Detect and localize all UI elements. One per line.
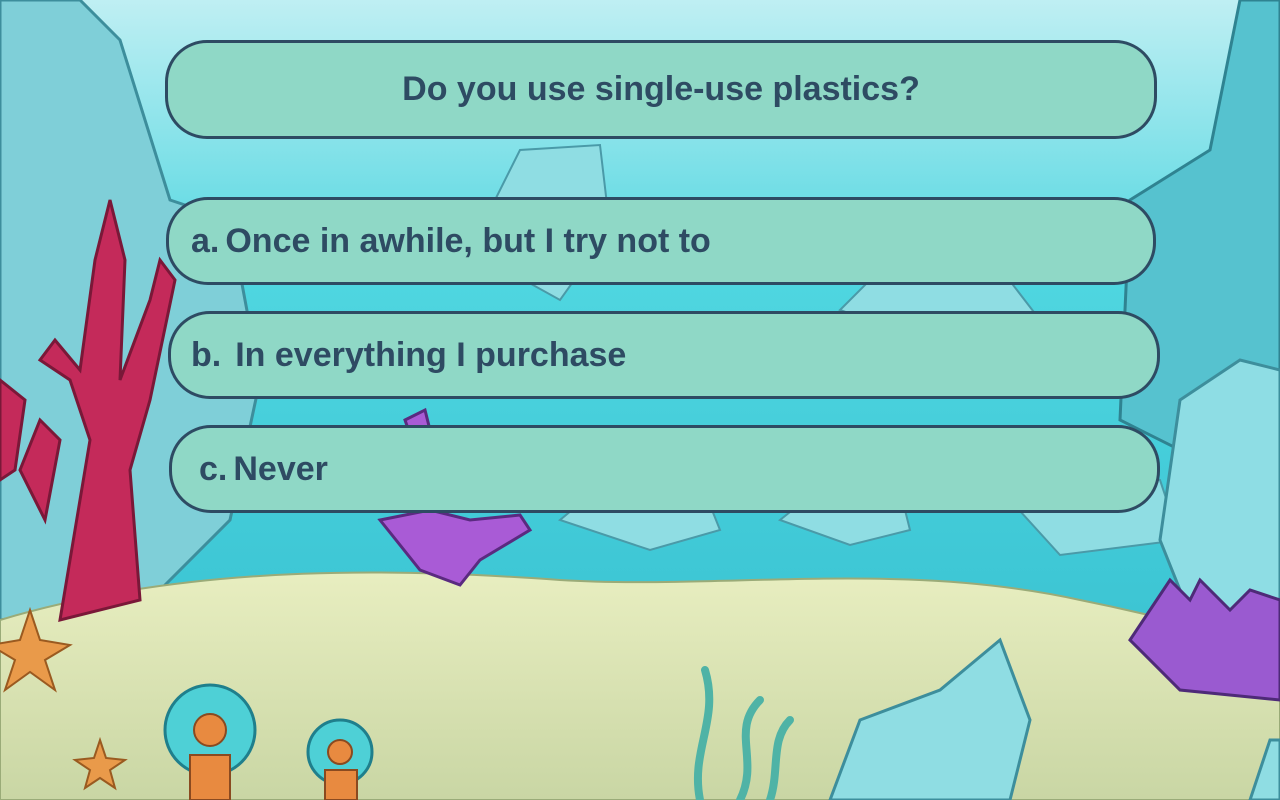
question-text: Do you use single-use plastics? — [402, 70, 920, 108]
answer-letter: b. — [191, 335, 222, 374]
answer-option-c[interactable]: c. Never — [169, 425, 1160, 513]
answer-letter: c. — [199, 449, 228, 488]
answer-letter: a. — [191, 221, 220, 260]
answer-text: In everything I purchase — [235, 335, 627, 374]
answer-option-a[interactable]: a. Once in awhile, but I try not to — [166, 197, 1156, 285]
answer-text: Never — [233, 449, 328, 488]
question-banner: Do you use single-use plastics? — [165, 40, 1157, 139]
answer-option-b[interactable]: b. In everything I purchase — [168, 311, 1160, 399]
answer-text: Once in awhile, but I try not to — [225, 221, 711, 260]
